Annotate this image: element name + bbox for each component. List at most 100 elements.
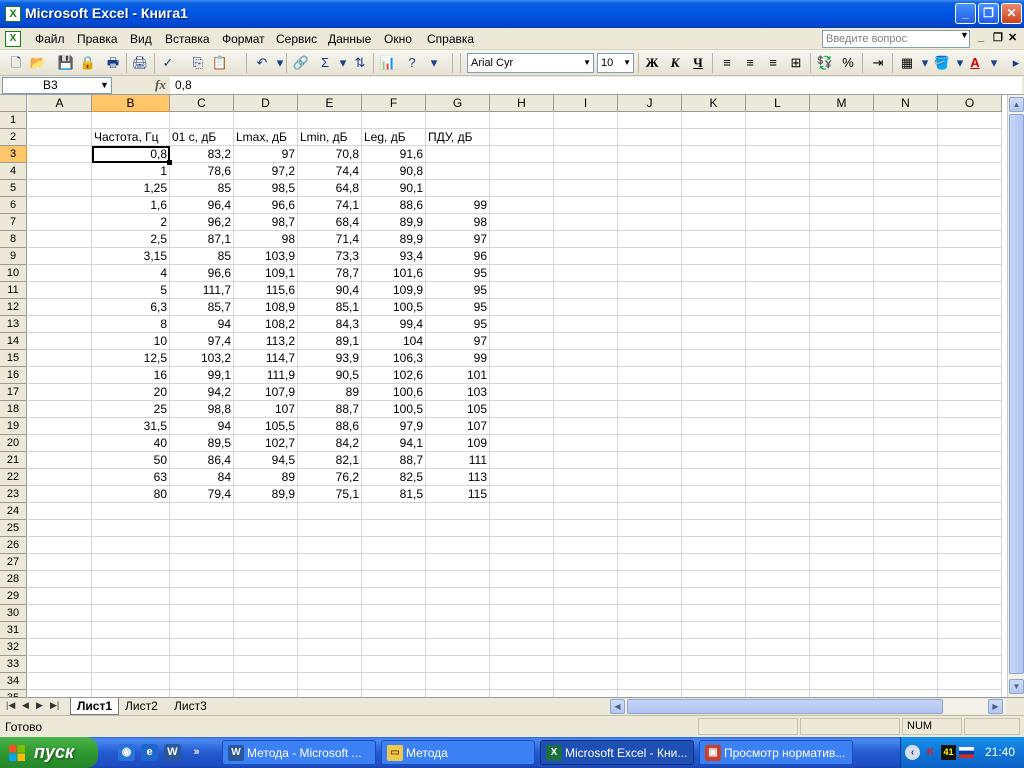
table-data-cell[interactable]: 70,8 — [298, 146, 362, 163]
table-data-cell[interactable]: 94 — [170, 418, 234, 435]
cell-L22[interactable] — [746, 469, 810, 486]
cell-K23[interactable] — [682, 486, 746, 503]
align-left-icon[interactable]: ≡ — [717, 53, 737, 73]
cell-H20[interactable] — [490, 435, 554, 452]
cell-K19[interactable] — [682, 418, 746, 435]
cell-H30[interactable] — [490, 605, 554, 622]
doc-minimize-icon[interactable]: _ — [978, 31, 984, 43]
cell-M10[interactable] — [810, 265, 874, 282]
cell-O17[interactable] — [938, 384, 1002, 401]
cell-O34[interactable] — [938, 673, 1002, 690]
row-header-29[interactable]: 29 — [0, 588, 27, 605]
cell-H2[interactable] — [490, 129, 554, 146]
cell-L15[interactable] — [746, 350, 810, 367]
table-data-cell[interactable]: 96,6 — [234, 197, 298, 214]
cell-G34[interactable] — [426, 673, 490, 690]
cell-B31[interactable] — [92, 622, 170, 639]
internet-explorer-icon[interactable]: e — [141, 744, 158, 761]
cell-G27[interactable] — [426, 554, 490, 571]
size-dropdown-icon[interactable]: ▼ — [623, 54, 631, 72]
cell-E35[interactable] — [298, 690, 362, 697]
table-data-cell[interactable]: 115,6 — [234, 282, 298, 299]
cell-H25[interactable] — [490, 520, 554, 537]
cell-O21[interactable] — [938, 452, 1002, 469]
cell-H19[interactable] — [490, 418, 554, 435]
table-data-cell[interactable]: 98,5 — [234, 180, 298, 197]
cell-M5[interactable] — [810, 180, 874, 197]
underline-icon[interactable]: Ч — [688, 53, 708, 73]
column-header-j[interactable]: J — [618, 95, 682, 112]
cell-C25[interactable] — [170, 520, 234, 537]
cell-N3[interactable] — [874, 146, 938, 163]
cell-H18[interactable] — [490, 401, 554, 418]
table-data-cell[interactable]: 107 — [426, 418, 490, 435]
currency-style-icon[interactable]: 💱 — [815, 53, 835, 73]
cell-M26[interactable] — [810, 537, 874, 554]
cell-A15[interactable] — [28, 350, 92, 367]
cell-I28[interactable] — [554, 571, 618, 588]
table-data-cell[interactable]: 113 — [426, 469, 490, 486]
cell-O4[interactable] — [938, 163, 1002, 180]
table-data-cell[interactable]: 109,1 — [234, 265, 298, 282]
cell-E30[interactable] — [298, 605, 362, 622]
row-header-34[interactable]: 34 — [0, 673, 27, 690]
cell-K6[interactable] — [682, 197, 746, 214]
cell-A6[interactable] — [28, 197, 92, 214]
quicklaunch-more-icon[interactable]: » — [188, 744, 205, 761]
cell-N6[interactable] — [874, 197, 938, 214]
cell-N12[interactable] — [874, 299, 938, 316]
cell-L7[interactable] — [746, 214, 810, 231]
cell-H22[interactable] — [490, 469, 554, 486]
doc-close-icon[interactable]: ✕ — [1008, 31, 1017, 44]
table-data-cell[interactable]: 111,7 — [170, 282, 234, 299]
cell-G26[interactable] — [426, 537, 490, 554]
table-data-cell[interactable]: 103 — [426, 384, 490, 401]
cell-N10[interactable] — [874, 265, 938, 282]
table-data-cell[interactable]: 75,1 — [298, 486, 362, 503]
cell-K16[interactable] — [682, 367, 746, 384]
cell-N26[interactable] — [874, 537, 938, 554]
table-data-cell[interactable]: 97 — [426, 333, 490, 350]
table-data-cell[interactable]: 89,9 — [362, 231, 426, 248]
column-header-c[interactable]: C — [170, 95, 234, 112]
cell-N13[interactable] — [874, 316, 938, 333]
fill-handle[interactable] — [167, 160, 172, 165]
cell-J2[interactable] — [618, 129, 682, 146]
cell-I15[interactable] — [554, 350, 618, 367]
cell-M27[interactable] — [810, 554, 874, 571]
cell-O33[interactable] — [938, 656, 1002, 673]
table-data-cell[interactable]: 99,1 — [170, 367, 234, 384]
cell-L20[interactable] — [746, 435, 810, 452]
menu-file[interactable]: Файл — [35, 32, 65, 46]
cell-J6[interactable] — [618, 197, 682, 214]
cell-I11[interactable] — [554, 282, 618, 299]
prev-sheet-icon[interactable]: ◀ — [22, 700, 29, 711]
tray-collapse-icon[interactable]: ‹ — [905, 745, 920, 760]
cell-J3[interactable] — [618, 146, 682, 163]
vertical-scrollbar[interactable]: ▲ ▼ — [1007, 95, 1024, 697]
cell-A8[interactable] — [28, 231, 92, 248]
cell-M11[interactable] — [810, 282, 874, 299]
tab-sheet2[interactable]: Лист2 — [119, 698, 164, 715]
cell-E27[interactable] — [298, 554, 362, 571]
cell-L2[interactable] — [746, 129, 810, 146]
cell-H29[interactable] — [490, 588, 554, 605]
table-data-cell[interactable]: 101,6 — [362, 265, 426, 282]
table-data-cell[interactable]: 68,4 — [298, 214, 362, 231]
cell-E33[interactable] — [298, 656, 362, 673]
cell-H12[interactable] — [490, 299, 554, 316]
table-data-cell[interactable]: 94,5 — [234, 452, 298, 469]
cell-M33[interactable] — [810, 656, 874, 673]
cell-K29[interactable] — [682, 588, 746, 605]
cell-N5[interactable] — [874, 180, 938, 197]
cell-M29[interactable] — [810, 588, 874, 605]
cell-A4[interactable] — [28, 163, 92, 180]
bold-icon[interactable]: Ж — [642, 53, 662, 73]
cell-J25[interactable] — [618, 520, 682, 537]
table-data-cell[interactable]: 95 — [426, 299, 490, 316]
table-data-cell[interactable]: 111,9 — [234, 367, 298, 384]
cell-I34[interactable] — [554, 673, 618, 690]
cell-M22[interactable] — [810, 469, 874, 486]
cell-L19[interactable] — [746, 418, 810, 435]
cell-A5[interactable] — [28, 180, 92, 197]
